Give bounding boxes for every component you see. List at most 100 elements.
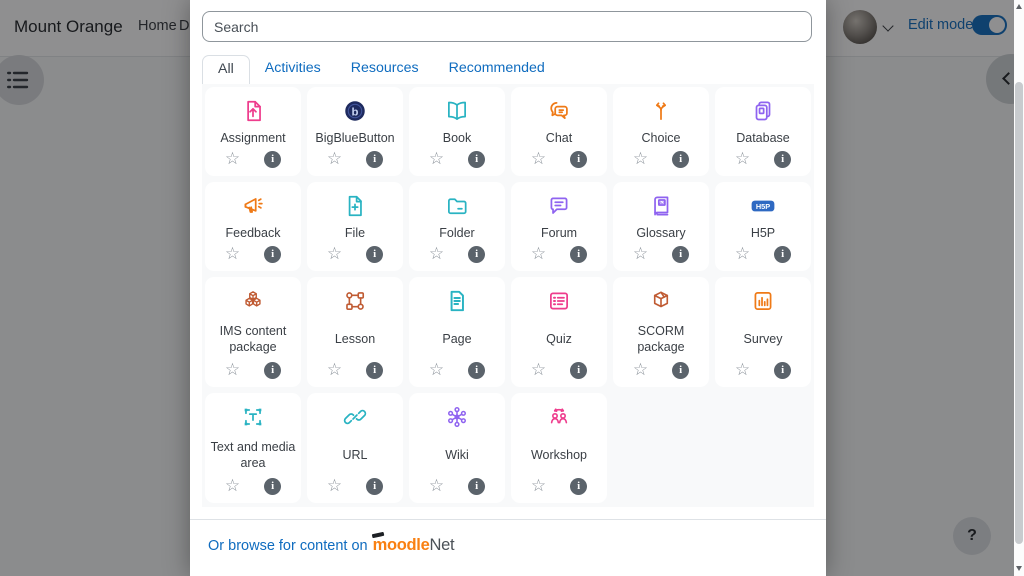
tab-activities[interactable]: Activities [250, 55, 336, 84]
info-icon[interactable]: i [468, 478, 485, 495]
star-icon[interactable]: ☆ [531, 477, 546, 495]
info-icon[interactable]: i [774, 151, 791, 168]
info-icon[interactable]: i [774, 246, 791, 263]
activity-tile-ims[interactable]: IMS content package ☆ i [205, 277, 301, 387]
info-icon[interactable]: i [570, 246, 587, 263]
star-icon[interactable]: ☆ [633, 150, 648, 168]
activity-tile-bigbluebutton[interactable]: bBigBlueButton☆i [307, 87, 403, 176]
star-icon[interactable]: ☆ [327, 150, 342, 168]
activity-tile-choice[interactable]: Choice ☆ i [613, 87, 709, 176]
activity-tile-chat[interactable]: Chat☆ i [511, 87, 607, 176]
star-icon[interactable]: ☆ [633, 245, 648, 263]
activity-tile-label[interactable]: Forum [541, 224, 577, 242]
star-icon[interactable]: ☆ [327, 245, 342, 263]
info-icon[interactable]: i [264, 478, 281, 495]
browser-scrollbar[interactable] [1014, 0, 1024, 576]
info-icon[interactable]: i [366, 362, 383, 379]
star-icon[interactable]: ☆ [531, 150, 546, 168]
activity-tile-survey[interactable]: Survey ☆ i [715, 277, 811, 387]
activity-tile-label[interactable]: Assignment [220, 129, 285, 147]
info-icon[interactable]: i [468, 151, 485, 168]
star-icon[interactable]: ☆ [735, 245, 750, 263]
activity-tile-database[interactable]: Database ☆ i [715, 87, 811, 176]
activity-tile-label[interactable]: Lesson [335, 319, 375, 358]
star-icon[interactable]: ☆ [327, 477, 342, 495]
activity-tile-label[interactable]: Wiki [445, 435, 469, 474]
star-icon[interactable]: ☆ [531, 245, 546, 263]
info-icon[interactable]: i [774, 362, 791, 379]
star-icon[interactable]: ☆ [225, 477, 240, 495]
activity-tile-label[interactable]: Survey [744, 319, 783, 358]
activity-tile-workshop[interactable]: Workshop ☆ i [511, 393, 607, 503]
activity-tile-label[interactable]: Folder [439, 224, 474, 242]
activity-tile-label[interactable]: IMS content package [207, 319, 299, 358]
star-icon[interactable]: ☆ [327, 361, 342, 379]
tab-recommended[interactable]: Recommended [434, 55, 560, 84]
activity-tile-assignment[interactable]: Assignment ☆ i [205, 87, 301, 176]
scrollbar-down-arrow[interactable] [1016, 566, 1022, 571]
scrollbar-up-arrow[interactable] [1016, 4, 1022, 9]
activity-tile-quiz[interactable]: Quiz☆ i [511, 277, 607, 387]
activity-tile-page[interactable]: Page ☆ i [409, 277, 505, 387]
activity-tile-label[interactable]: Book [443, 129, 472, 147]
info-icon[interactable]: i [570, 151, 587, 168]
info-icon[interactable]: i [468, 246, 485, 263]
activity-tile-label[interactable]: Feedback [226, 224, 281, 242]
info-icon[interactable]: i [672, 362, 689, 379]
activity-tile-label[interactable]: File [345, 224, 365, 242]
activity-tile-wiki[interactable]: Wiki☆ i [409, 393, 505, 503]
activity-tile-book[interactable]: Book ☆ i [409, 87, 505, 176]
activity-tile-label[interactable]: SCORM package [615, 319, 707, 358]
activity-tile-textmedia[interactable]: Text and media area ☆ i [205, 393, 301, 503]
activity-tile-h5p[interactable]: H5PH5P☆i [715, 182, 811, 271]
activity-tile-label[interactable]: Database [736, 129, 790, 147]
activity-tile-label[interactable]: Text and media area [207, 435, 299, 474]
scrollbar-thumb[interactable] [1015, 82, 1023, 544]
info-icon[interactable]: i [366, 478, 383, 495]
activity-tile-label[interactable]: H5P [751, 224, 775, 242]
info-icon[interactable]: i [264, 246, 281, 263]
star-icon[interactable]: ☆ [429, 150, 444, 168]
star-icon[interactable]: ☆ [429, 361, 444, 379]
search-input[interactable] [202, 11, 812, 42]
star-icon[interactable]: ☆ [429, 477, 444, 495]
activity-tile-feedback[interactable]: Feedback ☆ i [205, 182, 301, 271]
star-icon[interactable]: ☆ [735, 150, 750, 168]
info-icon[interactable]: i [264, 362, 281, 379]
star-icon[interactable]: ☆ [633, 361, 648, 379]
activity-tile-label[interactable]: BigBlueButton [315, 129, 394, 147]
moodlenet-logo[interactable]: moodleNet [373, 536, 455, 555]
activity-tile-label[interactable]: URL [342, 435, 367, 474]
activity-tile-file[interactable]: File☆ i [307, 182, 403, 271]
info-icon[interactable]: i [672, 246, 689, 263]
activity-tile-label[interactable]: Quiz [546, 319, 572, 358]
star-icon[interactable]: ☆ [429, 245, 444, 263]
activity-tile-label[interactable]: Choice [642, 129, 681, 147]
tab-all[interactable]: All [202, 55, 250, 84]
activity-tile-folder[interactable]: Folder ☆ i [409, 182, 505, 271]
star-icon[interactable]: ☆ [531, 361, 546, 379]
star-icon[interactable]: ☆ [225, 150, 240, 168]
info-icon[interactable]: i [366, 246, 383, 263]
moodlenet-browse-link[interactable]: Or browse for content on [208, 538, 368, 554]
info-icon[interactable]: i [468, 362, 485, 379]
activity-tile-url[interactable]: URL☆ i [307, 393, 403, 503]
activity-tile-label[interactable]: Glossary [636, 224, 685, 242]
info-icon[interactable]: i [570, 362, 587, 379]
star-icon[interactable]: ☆ [735, 361, 750, 379]
activity-tile-label[interactable]: Workshop [531, 435, 587, 474]
activity-tile-forum[interactable]: Forum ☆ i [511, 182, 607, 271]
info-icon[interactable]: i [264, 151, 281, 168]
activity-tile-scorm[interactable]: SCORM package ☆ i [613, 277, 709, 387]
activity-tile-label[interactable]: Chat [546, 129, 572, 147]
activity-tile-lesson[interactable]: Lesson ☆ i [307, 277, 403, 387]
star-icon[interactable]: ☆ [225, 361, 240, 379]
tab-resources[interactable]: Resources [336, 55, 434, 84]
star-icon[interactable]: ☆ [225, 245, 240, 263]
activity-tile-glossary[interactable]: AZGlossary☆i [613, 182, 709, 271]
info-icon[interactable]: i [366, 151, 383, 168]
info-icon[interactable]: i [570, 478, 587, 495]
activity-tile-label[interactable]: Page [442, 319, 471, 358]
lesson-icon [342, 286, 368, 316]
info-icon[interactable]: i [672, 151, 689, 168]
